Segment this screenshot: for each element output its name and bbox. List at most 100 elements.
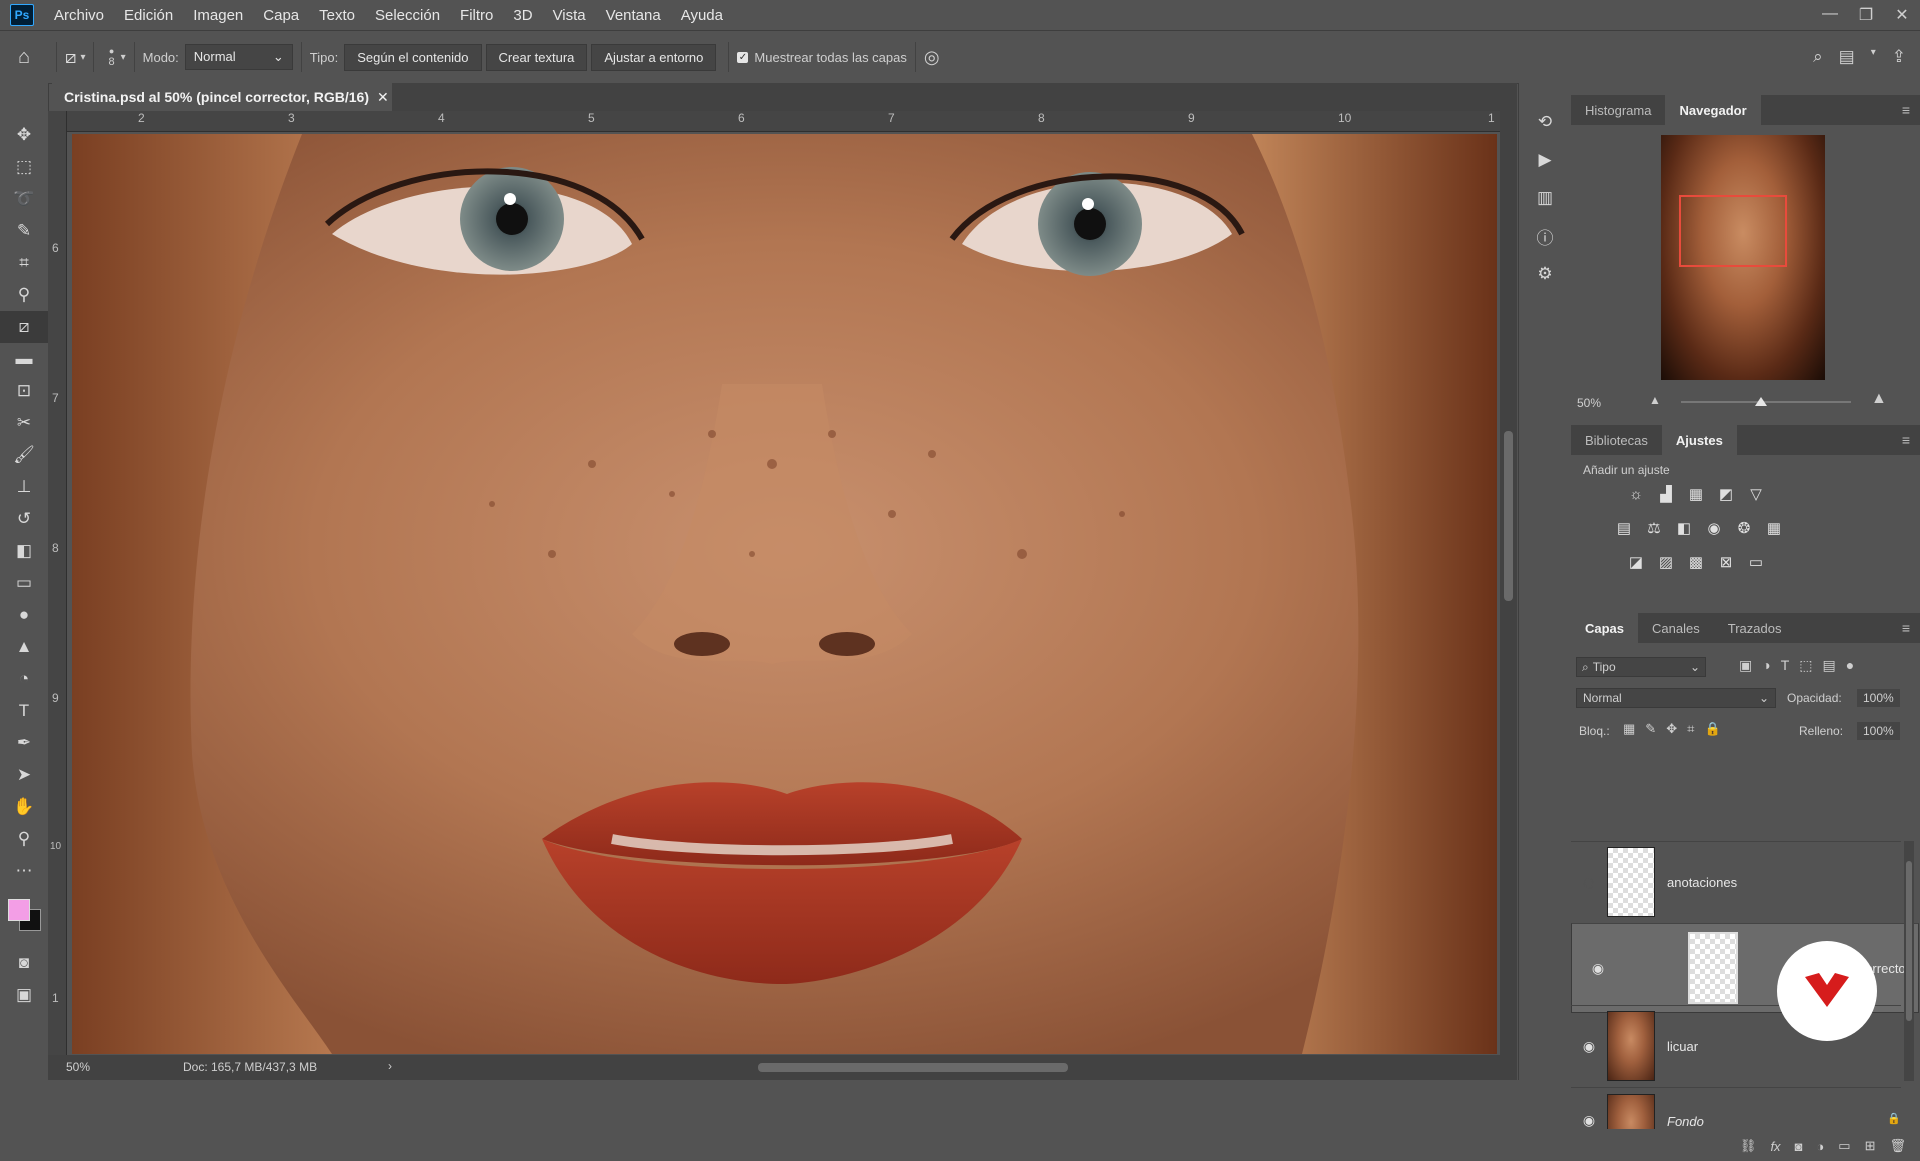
menu-filtro[interactable]: Filtro <box>450 7 503 24</box>
tab-libraries[interactable]: Bibliotecas <box>1571 425 1662 455</box>
shape-filter-icon[interactable]: ⬚ <box>1799 657 1812 674</box>
hand-tool-icon[interactable]: ✋ <box>0 791 48 823</box>
scroll-thumb[interactable] <box>1906 861 1912 1021</box>
chevron-right-icon[interactable]: › <box>388 1059 392 1073</box>
new-group-icon[interactable]: ▭ <box>1838 1138 1850 1154</box>
new-adjustment-icon[interactable]: ◑ <box>1816 1139 1824 1154</box>
tab-paths[interactable]: Trazados <box>1714 613 1796 643</box>
menu-seleccion[interactable]: Selección <box>365 7 450 24</box>
eyedropper-tool-icon[interactable]: ⚲ <box>0 279 48 311</box>
restore-button[interactable]: ❐ <box>1848 5 1884 25</box>
navigator-zoom[interactable]: 50% <box>1577 396 1601 410</box>
lock-position-icon[interactable]: ✥ <box>1666 721 1677 737</box>
zoom-out-icon[interactable]: ▲ <box>1649 393 1661 407</box>
content-aware-button[interactable]: Según el contenido <box>344 43 482 71</box>
zoom-slider-handle[interactable] <box>1755 397 1767 406</box>
navigator-preview[interactable] <box>1661 135 1825 380</box>
info-icon[interactable]: ⓘ <box>1519 217 1571 255</box>
more-tools-icon[interactable]: ⋯ <box>0 855 48 887</box>
brush-size-picker[interactable]: ● 8 <box>108 46 114 68</box>
adjustment-filter-icon[interactable]: ◑ <box>1762 657 1770 674</box>
menu-edicion[interactable]: Edición <box>114 7 183 24</box>
chevron-down-icon[interactable]: ▾ <box>121 52 126 63</box>
channel-mixer-icon[interactable]: ❂ <box>1733 517 1755 539</box>
opacity-value[interactable]: 100% <box>1857 689 1900 707</box>
navigator-view-box[interactable] <box>1679 195 1787 267</box>
add-mask-icon[interactable]: ◙ <box>1795 1139 1803 1154</box>
crop-tool-icon[interactable]: ⌗ <box>0 247 48 279</box>
zoom-level[interactable]: 50% <box>66 1060 90 1074</box>
minimize-button[interactable]: — <box>1812 5 1848 25</box>
black-white-icon[interactable]: ◧ <box>1673 517 1695 539</box>
panel-menu-icon[interactable]: ≡ <box>1902 432 1910 448</box>
eye-icon[interactable]: ◉ <box>1571 1038 1607 1055</box>
menu-ayuda[interactable]: Ayuda <box>671 7 733 24</box>
exposure-icon[interactable]: ◩ <box>1715 483 1737 505</box>
tab-navigator[interactable]: Navegador <box>1665 95 1761 125</box>
eraser-tool-icon[interactable]: ◧ <box>0 535 48 567</box>
brush-settings-icon[interactable]: ⚙ <box>1519 255 1571 293</box>
menu-imagen[interactable]: Imagen <box>183 7 253 24</box>
curves-icon[interactable]: ▦ <box>1685 483 1707 505</box>
document-tab[interactable]: Cristina.psd al 50% (pincel corrector, R… <box>52 83 392 111</box>
selective-color-icon[interactable]: ⊠ <box>1715 551 1737 573</box>
healing-brush-preset-icon[interactable]: ⧄ <box>65 47 76 68</box>
panel-menu-icon[interactable]: ≡ <box>1902 102 1910 118</box>
color-lookup-icon[interactable]: ▦ <box>1763 517 1785 539</box>
screen-mode-icon[interactable]: ▣ <box>0 979 48 1011</box>
menu-ventana[interactable]: Ventana <box>596 7 671 24</box>
pen-tool-icon[interactable]: ✒ <box>0 727 48 759</box>
tab-layers[interactable]: Capas <box>1571 613 1639 643</box>
tab-adjustments[interactable]: Ajustes <box>1661 425 1737 455</box>
type-tool-icon[interactable]: T <box>0 695 48 727</box>
lasso-tool-icon[interactable]: ➰ <box>0 183 48 215</box>
zoom-tool-icon[interactable]: ⚲ <box>0 823 48 855</box>
photo-filter-icon[interactable]: ◉ <box>1703 517 1725 539</box>
content-aware-move-icon[interactable]: ⊡ <box>0 375 48 407</box>
color-swatches[interactable] <box>0 887 48 947</box>
hue-saturation-icon[interactable]: ▤ <box>1613 517 1635 539</box>
gradient-map-icon[interactable]: ▭ <box>1745 551 1767 573</box>
marquee-tool-icon[interactable]: ⬚ <box>0 151 48 183</box>
layer-row[interactable]: ◉ anotaciones <box>1571 841 1901 922</box>
create-texture-button[interactable]: Crear textura <box>485 43 588 71</box>
history-panel-icon[interactable]: ⟲ <box>1519 103 1571 141</box>
layers-scrollbar[interactable] <box>1904 841 1914 1081</box>
menu-capa[interactable]: Capa <box>253 7 309 24</box>
visibility-toggle[interactable]: ◉ <box>1571 874 1607 891</box>
chevron-down-icon[interactable]: ▾ <box>80 52 85 63</box>
eye-icon[interactable]: ◉ <box>1571 1112 1607 1129</box>
new-layer-icon[interactable]: ⊞ <box>1865 1138 1876 1154</box>
layer-row[interactable]: ◉ Fondo 🔒 <box>1571 1087 1901 1129</box>
tab-histogram[interactable]: Histograma <box>1571 95 1665 125</box>
lock-pixels-icon[interactable]: ✎ <box>1645 721 1656 737</box>
layer-filter-select[interactable]: ⌕ Tipo ⌄ <box>1576 657 1706 677</box>
gradient-tool-icon[interactable]: ▭ <box>0 567 48 599</box>
sharpen-tool-icon[interactable]: ▲ <box>0 631 48 663</box>
vibrance-icon[interactable]: ▽ <box>1745 483 1767 505</box>
scroll-thumb[interactable] <box>758 1063 1068 1072</box>
panel-menu-icon[interactable]: ≡ <box>1902 620 1910 636</box>
eye-icon[interactable]: ◉ <box>1580 960 1616 977</box>
filter-toggle-icon[interactable]: ● <box>1846 657 1854 674</box>
menu-archivo[interactable]: Archivo <box>44 7 114 24</box>
levels-icon[interactable]: ▟ <box>1655 483 1677 505</box>
chevron-down-icon[interactable]: ▾ <box>1871 47 1876 67</box>
blend-mode-select[interactable]: Normal ⌄ <box>1576 688 1776 708</box>
vertical-scrollbar[interactable] <box>1500 111 1517 1055</box>
mode-select[interactable]: Normal ⌄ <box>184 44 293 70</box>
home-icon[interactable]: ⌂ <box>0 46 48 69</box>
actions-play-icon[interactable]: ▶ <box>1519 141 1571 179</box>
zoom-slider[interactable] <box>1681 397 1851 406</box>
brightness-icon[interactable]: ☼ <box>1625 483 1647 505</box>
workspace-icon[interactable]: ▤ <box>1839 47 1855 67</box>
path-selection-tool-icon[interactable]: ➤ <box>0 759 48 791</box>
quick-selection-tool-icon[interactable]: ✎ <box>0 215 48 247</box>
document-canvas[interactable] <box>72 134 1497 1054</box>
sample-all-layers-checkbox[interactable]: ✓ <box>737 51 749 63</box>
scroll-thumb[interactable] <box>1504 431 1513 601</box>
posterize-icon[interactable]: ▨ <box>1655 551 1677 573</box>
search-icon[interactable]: ⌕ <box>1813 47 1823 67</box>
menu-vista[interactable]: Vista <box>543 7 596 24</box>
lock-transparency-icon[interactable]: ▦ <box>1623 721 1635 737</box>
